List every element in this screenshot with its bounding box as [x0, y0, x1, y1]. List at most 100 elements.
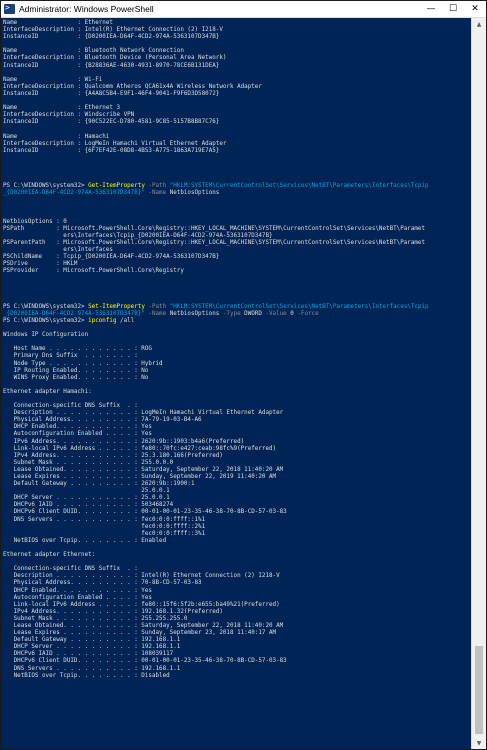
parameter-text: -Path [144, 303, 170, 310]
output-text: NetbiosOptions [169, 190, 220, 197]
console-line: DNS Servers . . . . . . . . . . . : 192.… [3, 666, 471, 673]
output-text: DHCP Server . . . . . . . . . . . : 25.0… [3, 495, 170, 502]
console-line: InstanceID : {D0200IEA-D64F-4CD2-974A-53… [3, 34, 471, 41]
output-text: InterfaceDescription : Intel(R) Ethernet… [3, 27, 223, 34]
console-line: PSProvider : Microsoft.PowerShell.Core\R… [3, 268, 471, 275]
output-text: Lease Expires . . . . . . . . . . : Sund… [3, 630, 277, 637]
console-line: Description . . . . . . . . . . . : Inte… [3, 573, 471, 580]
output-text: IPv6 Address. . . . . . . . . . . : 2620… [3, 438, 245, 445]
console-line: DHCP Enabled. . . . . . . . . . . : Yes [3, 424, 471, 431]
output-text: DHCPv6 IAID . . . . . . . . . . . : 5034… [3, 502, 174, 509]
console-line: Lease Obtained. . . . . . . . . . : Satu… [3, 623, 471, 630]
output-text: Autoconfiguration Enabled . . . . : Yes [3, 431, 152, 438]
console-line: InterfaceDescription : Qualcomm Atheros … [3, 84, 471, 91]
output-text: Lease Obtained. . . . . . . . . . : Satu… [3, 622, 284, 629]
output-text: Subnet Mask . . . . . . . . . . . : 255.… [3, 615, 188, 622]
output-text: DHCPv6 Client DUID. . . . . . . . : 00-0… [3, 658, 287, 665]
output-text: InstanceID : {6F7EF42E-08D8-4B53-A775-18… [3, 147, 220, 154]
console-line: NetBIOS over Tcpip. . . . . . . . : Enab… [3, 538, 471, 545]
output-text: PSDrive : HKLM [3, 261, 78, 268]
console-line: DHCP Server . . . . . . . . . . . : 25.0… [3, 495, 471, 502]
output-text: fec0:0:0:ffff::3%1 [3, 530, 206, 537]
console-line: NetbiosOptions : 0 [3, 219, 471, 226]
console-line: InterfaceDescription : Intel(R) Ethernet… [3, 27, 471, 34]
prompt-text: PS C:\WINDOWS\system32> [3, 317, 89, 324]
console-line: IPv6 Address. . . . . . . . . . . : 2620… [3, 439, 471, 446]
output-text: Physical Address. . . . . . . . . : 70-8… [3, 580, 202, 587]
console-line: DHCPv6 IAID . . . . . . . . . . . : 5034… [3, 502, 471, 509]
output-text: Subnet Mask . . . . . . . . . . . : 255.… [3, 459, 174, 466]
output-text: Physical Address. . . . . . . . . : 7A-7… [3, 417, 202, 424]
console-line: Link-local IPv6 Address . . . . . : fe80… [3, 602, 471, 609]
output-text: Node Type . . . . . . . . . . . . : Hybr… [3, 360, 163, 367]
console-line: Name : Hamachi [3, 134, 471, 141]
output-text: NetBIOS over Tcpip. . . . . . . . : Enab… [3, 537, 167, 544]
scroll-up-arrow-icon[interactable]: ▲ [472, 18, 486, 32]
output-text: Host Name . . . . . . . . . . . . : ROG [3, 346, 152, 353]
minimize-button[interactable]: — [420, 1, 442, 17]
console-line: PS C:\WINDOWS\system32> ipconfig /all [3, 318, 471, 325]
output-text: WINS Proxy Enabled. . . . . . . . : No [3, 374, 149, 381]
console-line: Host Name . . . . . . . . . . . . : ROG [3, 346, 471, 353]
parameter-text: -Name [144, 310, 170, 317]
console-line: InstanceID : {90C522EC-D780-4581-9C85-51… [3, 119, 471, 126]
console-line: DHCP Enabled. . . . . . . . . . . : Yes [3, 588, 471, 595]
console-line: DHCPv6 Client DUID. . . . . . . . : 00-0… [3, 658, 471, 665]
maximize-button[interactable]: ☐ [442, 1, 464, 17]
console-line: Default Gateway . . . . . . . . . : 2620… [3, 481, 471, 488]
console-line: InterfaceDescription : Windscribe VPN [3, 112, 471, 119]
output-text: Connection-specific DNS Suffix . : [3, 403, 138, 410]
scroll-down-arrow-icon[interactable]: ▼ [472, 737, 486, 749]
scrollbar-thumb[interactable] [475, 646, 483, 734]
console-line: InstanceID : {6F7EF42E-08D8-4B53-A775-18… [3, 148, 471, 155]
output-text: PSParentPath : Microsoft.PowerShell.Core… [3, 239, 426, 246]
output-text: Name : Bluetooth Network Connection [3, 48, 184, 55]
output-text: Autoconfiguration Enabled . . . . : Yes [3, 594, 152, 601]
cmdlet-text: Set-ItemProperty [88, 303, 145, 310]
vertical-scrollbar[interactable]: ▲ ▼ [471, 18, 486, 749]
output-text: DWORD [244, 310, 262, 317]
console-line: PS C:\WINDOWS\system32> Get-ItemProperty… [3, 183, 471, 190]
console-output[interactable]: Name : Ethernet InterfaceDescription : In… [1, 18, 471, 749]
output-text: Description . . . . . . . . . . . : LogM… [3, 410, 284, 417]
console-line: ers\Interfaces [3, 247, 471, 254]
console-line: Connection-specific DNS Suffix . : [3, 566, 471, 573]
console-line: Physical Address. . . . . . . . . : 7A-7… [3, 417, 471, 424]
console-line: Subnet Mask . . . . . . . . . . . : 255.… [3, 460, 471, 467]
output-text: Link-local IPv6 Address . . . . . : fe80… [3, 601, 280, 608]
output-text: Name : Ethernet 3 [3, 105, 121, 112]
console-line: Node Type . . . . . . . . . . . . : Hybr… [3, 361, 471, 368]
console-line: DHCPv6 Client DUID. . . . . . . . : 00-0… [3, 509, 471, 516]
console-line: DHCP Server . . . . . . . . . . . : 192.… [3, 644, 471, 651]
string-text: _{D0200IEA-D64F-4CD2-974A-5363107D347B}" [3, 190, 145, 197]
console-line: 25.0.0.1 [3, 488, 471, 495]
console-line: InterfaceDescription : Bluetooth Device … [3, 55, 471, 62]
output-text: NetBIOS over Tcpip. . . . . . . . : Disa… [3, 672, 170, 679]
console-line: Lease Obtained. . . . . . . . . . : Satu… [3, 467, 471, 474]
console-line: PSPath : Microsoft.PowerShell.Core\Regis… [3, 226, 471, 233]
output-text: PSPath : Microsoft.PowerShell.Core\Regis… [3, 225, 426, 232]
window-title: Administrator: Windows PowerShell [19, 4, 154, 14]
console-line: InterfaceDescription : LogMeIn Hamachi V… [3, 141, 471, 148]
console-line: PS C:\WINDOWS\system32> Set-ItemProperty… [3, 304, 471, 311]
output-text: Link-local IPv6 Address . . . . . : fe80… [3, 445, 277, 452]
close-button[interactable]: ✕ [464, 1, 486, 17]
output-text: Windows IP Configuration [3, 332, 89, 339]
output-text: Ethernet adapter Ethernet: [3, 552, 96, 559]
output-text: InterfaceDescription : Windscribe VPN [3, 112, 135, 119]
output-text: InstanceID : {D0200IEA-D64F-4CD2-974A-53… [3, 34, 220, 41]
output-text: Default Gateway . . . . . . . . . : 2620… [3, 481, 195, 488]
string-text: "HKLM:SYSTEM\CurrentControlSet\Services\… [169, 303, 429, 310]
console-line: _{D0200IEA-D64F-4CD2-974A-5363107D347B}"… [3, 311, 471, 318]
console-line: ers\Interfaces\Tcpip_{D0200IEA-D64F-4CD2… [3, 233, 471, 240]
output-text: InstanceID : {B28836AE-4630-4931-8970-78… [3, 62, 220, 69]
output-text: DNS Servers . . . . . . . . . . . : fec0… [3, 516, 206, 523]
title-bar[interactable]: > Administrator: Windows PowerShell — ☐ … [1, 1, 486, 18]
